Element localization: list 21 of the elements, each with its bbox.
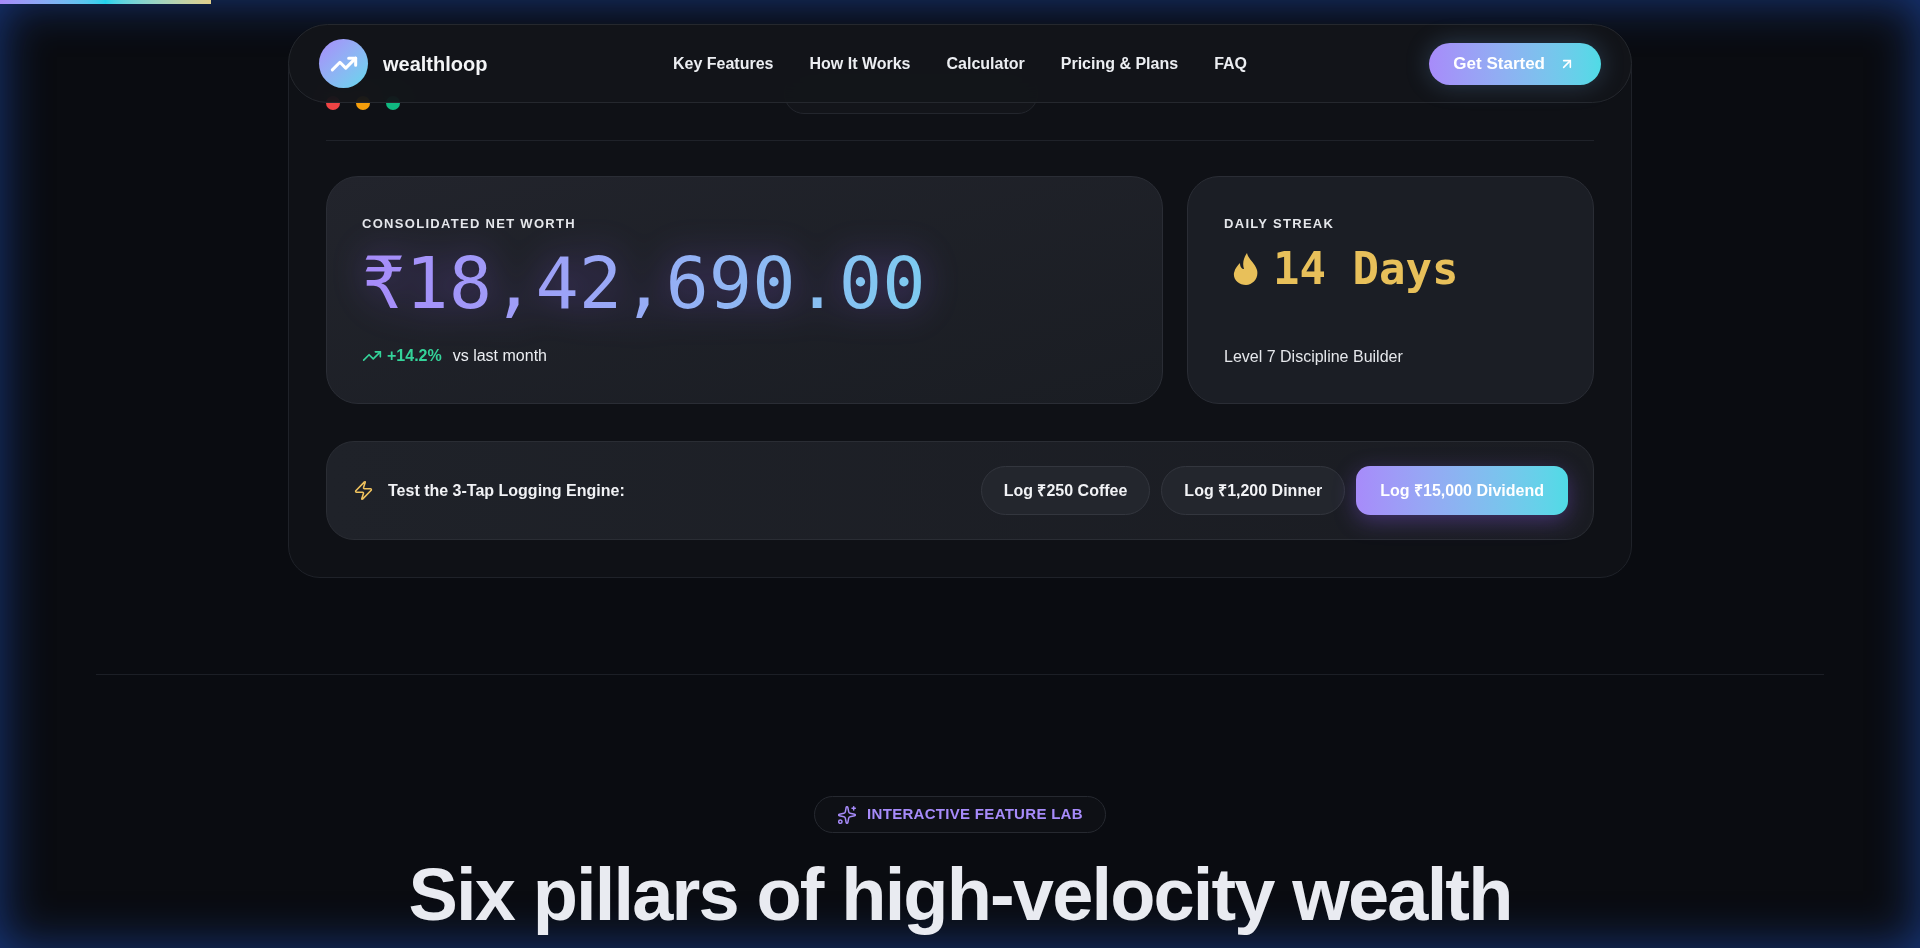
log-button[interactable]: Log ₹250 Coffee xyxy=(980,466,1151,515)
section-label: DAILY STREAK xyxy=(1224,215,1336,233)
badge-text: INTERACTIVE FEATURE LAB xyxy=(867,804,1083,825)
nav-link[interactable]: How It Works xyxy=(809,51,911,76)
log-button[interactable]: Log ₹1,200 Dinner xyxy=(1161,466,1346,515)
change-percent: +14.2% xyxy=(387,346,442,366)
section-heading: Six pillars of high-velocity wealth xyxy=(408,854,1512,936)
brand-name[interactable]: wealthloop xyxy=(383,48,488,79)
flame-icon xyxy=(1233,253,1259,285)
lightning-icon xyxy=(353,480,374,501)
streak-value: 14 Days xyxy=(1273,247,1459,291)
nav-link[interactable]: Calculator xyxy=(946,51,1025,76)
logo-icon[interactable] xyxy=(319,39,368,88)
nav-link[interactable]: FAQ xyxy=(1214,51,1248,76)
sparkle-icon xyxy=(837,804,858,825)
section-label: CONSOLIDATED NET WORTH xyxy=(362,215,577,233)
nav-link[interactable]: Key Features xyxy=(672,51,774,76)
logging-prompt: Test the 3-Tap Logging Engine: xyxy=(388,480,625,501)
nav-link[interactable]: Pricing & Plans xyxy=(1060,51,1179,76)
change-caption: vs last month xyxy=(452,346,547,366)
level-caption: Level 7 Discipline Builder xyxy=(1224,347,1404,367)
